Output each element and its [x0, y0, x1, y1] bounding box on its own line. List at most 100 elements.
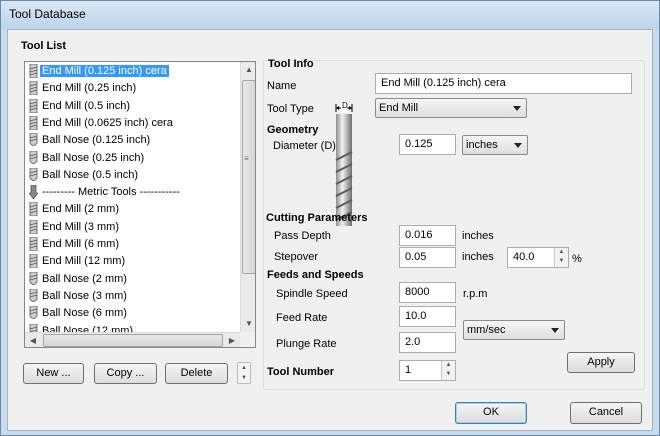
end-mill-icon — [29, 219, 38, 235]
move-down-icon[interactable]: ▼ — [238, 373, 250, 383]
apply-button[interactable]: Apply — [567, 352, 635, 373]
ball-nose-icon — [29, 305, 38, 320]
tool-list-item[interactable]: End Mill (0.125 inch) cera — [29, 63, 239, 80]
tool-list-item[interactable]: End Mill (6 mm) — [29, 236, 239, 253]
tool-list-horizontal-scrollbar[interactable]: ◀ ▶ — [25, 332, 240, 347]
tool-list-item[interactable]: --------- Metric Tools ----------- — [28, 184, 239, 201]
ball-nose-icon — [29, 271, 38, 286]
tool-list[interactable]: End Mill (0.125 inch) cera End Mill (0.25… — [24, 61, 256, 348]
end-mill-icon — [29, 253, 38, 269]
tool-list-item-label: Ball Nose (0.25 inch) — [42, 151, 145, 164]
tool-type-select[interactable]: End Mill — [375, 98, 527, 118]
tool-list-item[interactable]: Ball Nose (0.25 inch) — [29, 150, 239, 167]
tool-list-label: Tool List — [21, 40, 67, 52]
diameter-dimension-label: D — [342, 101, 348, 110]
scroll-down-icon[interactable]: ▼ — [241, 316, 255, 332]
tool-list-item-label: End Mill (0.5 inch) — [42, 99, 131, 112]
tool-list-item[interactable]: Ball Nose (0.125 inch) — [29, 132, 239, 149]
spindle-speed-field[interactable]: 8000 — [399, 282, 456, 303]
feeds-speeds-label: Feeds and Speeds — [267, 269, 364, 281]
tool-type-label: Tool Type — [267, 103, 314, 115]
tool-number-spinner[interactable]: ▲ ▼ — [441, 361, 455, 380]
title-bar[interactable]: Tool Database — [1, 1, 659, 29]
ok-button[interactable]: OK — [455, 402, 527, 424]
pass-depth-field[interactable]: 0.016 — [399, 225, 456, 246]
tool-list-item-label: Ball Nose (2 mm) — [42, 272, 127, 285]
end-mill-icon — [29, 115, 38, 131]
tool-list-item-label: End Mill (0.0625 inch) cera — [42, 116, 173, 129]
pass-depth-units: inches — [462, 230, 494, 242]
tool-database-window: Tool Database Tool List End Mill (0.125 … — [0, 0, 660, 436]
plunge-rate-field[interactable]: 2.0 — [399, 332, 456, 353]
tool-list-item-label: Ball Nose (6 mm) — [42, 307, 127, 320]
pass-depth-label: Pass Depth — [274, 230, 331, 242]
ball-nose-icon — [29, 150, 38, 165]
stepover-label: Stepover — [274, 251, 319, 263]
diameter-units-select[interactable]: inches — [462, 135, 528, 155]
tool-list-item-label: End Mill (2 mm) — [42, 203, 120, 216]
end-mill-diagram: D — [323, 100, 365, 230]
tool-number-value: 1 — [405, 364, 412, 376]
tool-list-item[interactable]: End Mill (3 mm) — [29, 219, 239, 236]
feed-rate-label: Feed Rate — [276, 312, 328, 324]
tool-list-item[interactable]: End Mill (0.0625 inch) cera — [29, 115, 239, 132]
decrement-icon[interactable]: ▼ — [555, 257, 568, 266]
tool-name-field[interactable]: End Mill (0.125 inch) cera — [375, 73, 632, 94]
stepover-units: inches — [462, 251, 494, 263]
ball-nose-icon — [29, 288, 38, 303]
folder-arrow-icon — [28, 184, 39, 200]
grip-icon: ≡ — [244, 154, 249, 163]
tool-list-item[interactable]: End Mill (2 mm) — [29, 201, 239, 218]
spindle-speed-units: r.p.m — [463, 288, 488, 300]
tool-list-item[interactable]: Ball Nose (6 mm) — [29, 305, 239, 322]
hscroll-thumb[interactable] — [43, 334, 223, 347]
increment-icon[interactable]: ▲ — [442, 361, 455, 370]
tool-list-item[interactable]: End Mill (0.5 inch) — [29, 98, 239, 115]
tool-list-vertical-scrollbar[interactable]: ▲ ≡ ▼ — [240, 62, 255, 332]
decrement-icon[interactable]: ▼ — [442, 370, 455, 379]
name-label: Name — [267, 80, 297, 92]
dialog-body: Tool List End Mill (0.125 inch) cera End … — [7, 29, 653, 431]
rate-units-select[interactable]: mm/sec — [463, 320, 565, 340]
tool-list-item[interactable]: Ball Nose (3 mm) — [29, 288, 239, 305]
window-title: Tool Database — [9, 7, 86, 21]
tool-list-item[interactable]: End Mill (0.25 inch) — [29, 80, 239, 97]
diameter-field[interactable]: 0.125 — [399, 134, 456, 155]
tool-list-item-label: End Mill (3 mm) — [42, 220, 120, 233]
scroll-right-icon[interactable]: ▶ — [224, 333, 240, 347]
move-up-icon[interactable]: ▲ — [238, 363, 250, 373]
end-mill-icon — [29, 98, 38, 114]
stepover-percent-field[interactable]: 40.0 ▲ ▼ — [507, 247, 569, 268]
stepover-field[interactable]: 0.05 — [399, 247, 456, 268]
chevron-down-icon — [513, 106, 521, 111]
stepover-percent-spinner[interactable]: ▲ ▼ — [554, 248, 568, 267]
reorder-spinner[interactable]: ▲ ▼ — [237, 362, 251, 384]
tool-list-item-label: End Mill (0.125 inch) cera — [40, 65, 169, 77]
scroll-thumb[interactable] — [242, 80, 255, 274]
percent-sign: % — [572, 253, 582, 265]
tool-list-item[interactable]: End Mill (12 mm) — [29, 253, 239, 270]
tool-list-item[interactable]: Ball Nose (2 mm) — [29, 271, 239, 288]
rate-units-value: mm/sec — [467, 324, 506, 336]
tool-list-item-label: End Mill (0.25 inch) — [42, 82, 137, 95]
tool-number-field[interactable]: 1 ▲ ▼ — [399, 360, 456, 381]
cancel-button[interactable]: Cancel — [570, 402, 642, 424]
diameter-units-value: inches — [466, 139, 498, 151]
new-tool-button[interactable]: New ... — [23, 363, 84, 384]
copy-tool-button[interactable]: Copy ... — [94, 363, 157, 384]
tool-type-value: End Mill — [379, 102, 419, 114]
geometry-label: Geometry — [267, 124, 319, 136]
stepover-percent-value: 40.0 — [513, 251, 535, 263]
tool-list-item-label: Ball Nose (0.5 inch) — [42, 168, 138, 181]
tool-list-item[interactable]: Ball Nose (0.5 inch) — [29, 167, 239, 184]
end-mill-icon — [29, 63, 38, 79]
scroll-up-icon[interactable]: ▲ — [241, 62, 255, 78]
delete-tool-button[interactable]: Delete — [165, 363, 228, 384]
increment-icon[interactable]: ▲ — [555, 248, 568, 257]
cutting-parameters-label: Cutting Parameters — [266, 212, 368, 224]
feed-rate-field[interactable]: 10.0 — [399, 306, 456, 327]
tool-list-item-label: --------- Metric Tools ----------- — [42, 186, 180, 199]
tool-list-item-label: Ball Nose (0.125 inch) — [42, 134, 151, 147]
scroll-left-icon[interactable]: ◀ — [25, 333, 41, 347]
chevron-down-icon — [514, 143, 522, 148]
